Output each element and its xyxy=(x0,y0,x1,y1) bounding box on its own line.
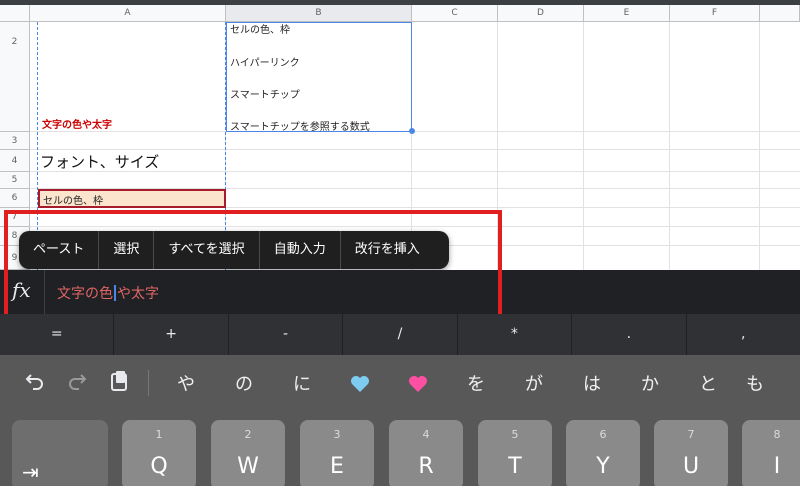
suggestion-no[interactable]: の xyxy=(215,370,273,396)
suggestion-ha[interactable]: は xyxy=(563,370,621,396)
keyboard-letter-row: ⇥ 1 Q 2 W 3 E 4 R 5 T 6 Y 7 U 8 I xyxy=(0,411,800,486)
suggestion-ga[interactable]: が xyxy=(505,370,563,396)
key-number: 8 xyxy=(773,428,781,441)
key-e[interactable]: 3 E xyxy=(300,420,374,486)
column-header-g[interactable] xyxy=(760,5,800,22)
cell-a6-text[interactable]: セルの色、枠 xyxy=(43,192,103,207)
undo-icon[interactable] xyxy=(14,371,56,396)
corner-header[interactable] xyxy=(0,5,30,22)
column-header-a[interactable]: A xyxy=(30,5,226,22)
key-letter: I xyxy=(773,454,781,479)
key-number: 2 xyxy=(244,428,252,441)
row-header-5[interactable]: 5 xyxy=(0,172,30,189)
key-y[interactable]: 6 Y xyxy=(566,420,640,486)
cell-b2-line-3[interactable]: スマートチップ xyxy=(230,86,300,101)
key-letter: E xyxy=(330,454,344,479)
key-letter: Q xyxy=(150,454,168,479)
key-plus[interactable]: + xyxy=(114,314,229,355)
row-header-4[interactable]: 4 xyxy=(0,150,30,172)
key-number: 1 xyxy=(155,428,163,441)
cell-a2-text[interactable]: 文字の色や太字 xyxy=(42,116,112,131)
pink-heart-icon[interactable] xyxy=(389,373,447,394)
annotation-highlight-box xyxy=(4,210,502,327)
tab-key-label: ⇥ xyxy=(22,460,39,484)
key-number: 4 xyxy=(422,428,430,441)
key-asterisk[interactable]: * xyxy=(458,314,573,355)
key-slash[interactable]: / xyxy=(343,314,458,355)
key-number: 3 xyxy=(333,428,341,441)
key-letter: T xyxy=(508,454,522,479)
suggestion-mo[interactable]: も xyxy=(737,370,773,396)
selected-cell-b2[interactable] xyxy=(226,22,412,132)
formula-symbol-row: = + - / * . , xyxy=(0,314,800,355)
key-period[interactable]: . xyxy=(572,314,687,355)
keyboard-suggestion-bar: や の に を が は か と も xyxy=(0,355,800,411)
grid-line xyxy=(669,22,670,270)
key-number: 7 xyxy=(687,428,695,441)
blue-heart-icon[interactable] xyxy=(331,373,389,394)
key-comma[interactable]: , xyxy=(687,314,800,355)
suggestion-ka[interactable]: か xyxy=(621,370,679,396)
cell-b2-line-4[interactable]: スマートチップを参照する数式 xyxy=(230,118,370,133)
suggestion-ya[interactable]: や xyxy=(157,370,215,396)
row-header-2[interactable]: 2 xyxy=(0,22,30,132)
suggestion-wo[interactable]: を xyxy=(447,370,505,396)
key-equals[interactable]: = xyxy=(0,314,115,355)
key-r[interactable]: 4 R xyxy=(389,420,463,486)
key-letter: Y xyxy=(596,454,610,479)
column-header-e[interactable]: E xyxy=(584,5,670,22)
key-minus[interactable]: - xyxy=(229,314,344,355)
redo-icon[interactable] xyxy=(56,371,98,396)
cell-b2-line-1[interactable]: セルの色、枠 xyxy=(230,21,290,36)
key-letter: U xyxy=(682,454,700,479)
key-t[interactable]: 5 T xyxy=(478,420,552,486)
column-header-c[interactable]: C xyxy=(412,5,498,22)
clipboard-icon[interactable] xyxy=(98,370,140,397)
suggestion-divider xyxy=(148,370,149,396)
column-header-b[interactable]: B xyxy=(226,5,412,22)
tab-key[interactable]: ⇥ xyxy=(12,420,108,486)
row-header-6[interactable]: 6 xyxy=(0,189,30,208)
cell-b2-line-2[interactable]: ハイパーリンク xyxy=(230,54,300,69)
selection-drag-handle[interactable] xyxy=(409,128,415,134)
column-header-f[interactable]: F xyxy=(670,5,760,22)
column-header-d[interactable]: D xyxy=(498,5,584,22)
key-q[interactable]: 1 Q xyxy=(122,420,196,486)
grid-line xyxy=(759,22,760,270)
suggestion-to[interactable]: と xyxy=(679,370,737,396)
row-header-3[interactable]: 3 xyxy=(0,132,30,150)
key-number: 6 xyxy=(599,428,607,441)
grid-line xyxy=(583,22,584,270)
key-number: 5 xyxy=(511,428,519,441)
cell-a4-text[interactable]: フォント、サイズ xyxy=(40,151,159,172)
key-w[interactable]: 2 W xyxy=(211,420,285,486)
key-u[interactable]: 7 U xyxy=(654,420,728,486)
key-letter: R xyxy=(418,454,434,479)
key-i[interactable]: 8 I xyxy=(742,420,800,486)
suggestion-ni[interactable]: に xyxy=(273,370,331,396)
key-letter: W xyxy=(237,454,259,479)
